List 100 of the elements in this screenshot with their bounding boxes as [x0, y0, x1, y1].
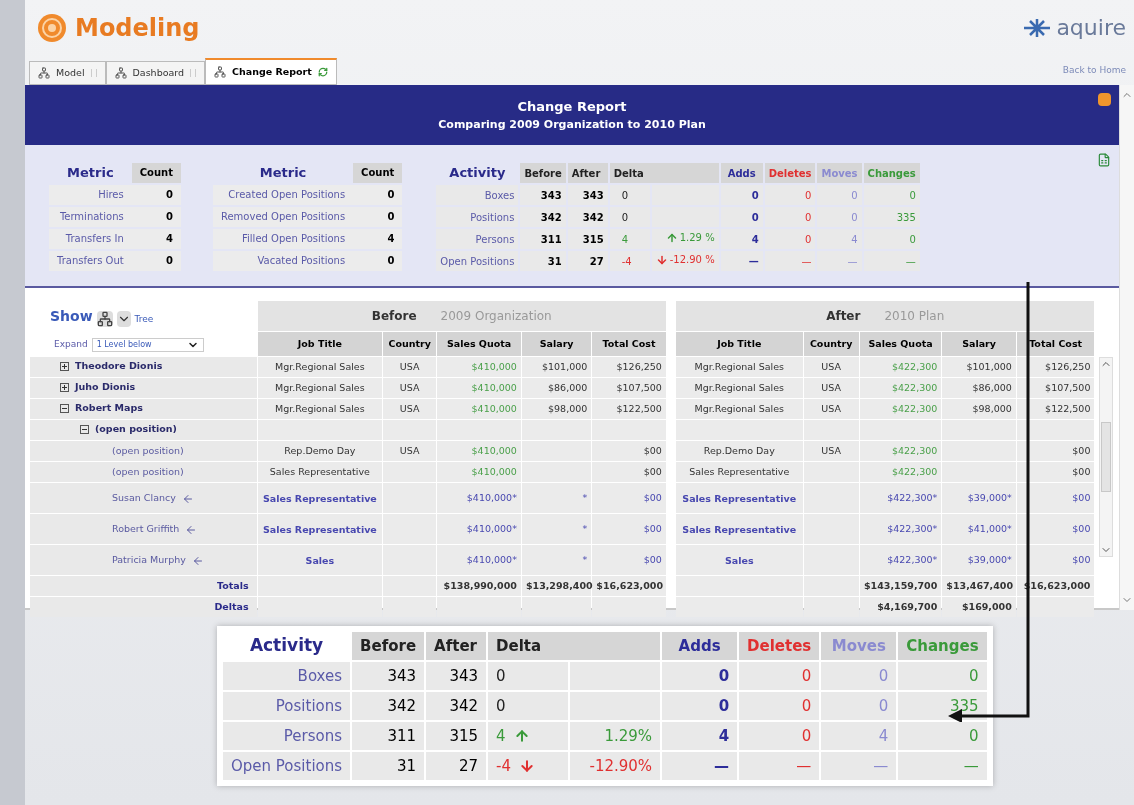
table-cell: $41,000* [942, 514, 1016, 544]
table-cell: $410,000 [437, 357, 521, 377]
table-cell: $422,300* [859, 514, 942, 544]
column-header: Job Title [257, 332, 383, 356]
view-link[interactable]: Tree [134, 313, 154, 327]
column-header: Count [353, 163, 403, 183]
tree-node[interactable]: Robert Griffith [112, 522, 180, 537]
table-cell: — [662, 752, 738, 780]
table-cell: $410,000 [437, 378, 521, 398]
table-cell: 0 [821, 692, 897, 720]
column-header: Deletes [764, 163, 816, 183]
delta-percent-cell: 1.29% [570, 722, 661, 750]
table-cell: 0 [764, 229, 816, 249]
delta-cell: 0 [609, 207, 650, 227]
expand-icon[interactable] [60, 382, 69, 392]
column-header: Moves [817, 163, 862, 183]
table-cell: 315 [567, 229, 608, 249]
table-cell: 0 [863, 185, 920, 205]
table-cell: Sales Representative [676, 514, 803, 544]
dropdown-caret-icon[interactable] [116, 310, 131, 327]
table-cell: 343 [426, 662, 487, 690]
total-cell: $4,169,700 [859, 597, 942, 617]
table-cell: $410,000* [437, 483, 521, 513]
column-header: Count [131, 163, 181, 183]
table-cell: Rep.Demo Day [676, 441, 803, 461]
table-cell: USA [383, 399, 437, 419]
delta-percent-cell: -12.90% [570, 752, 661, 780]
total-cell: $138,990,000 [437, 576, 521, 596]
table-cell: — [720, 251, 763, 271]
table-cell: 4 [720, 229, 763, 249]
before-header: Before 2009 Organization [257, 301, 666, 331]
row-label: Persons [223, 722, 351, 750]
metric-count: 0 [353, 206, 403, 227]
logo-icon [37, 12, 67, 43]
table-cell: USA [803, 357, 859, 377]
expand-dropdown[interactable]: 1 Level below [91, 337, 204, 352]
delta-cell: 0 [609, 185, 650, 205]
table-cell: 0 [764, 185, 816, 205]
table-cell: 0 [739, 692, 820, 720]
brand-name: aquire [1056, 14, 1126, 42]
show-label: Show [50, 306, 93, 326]
report-subtitle: Comparing 2009 Organization to 2010 Plan [438, 116, 706, 133]
table-cell: $422,300 [859, 462, 942, 482]
table-cell: $00 [592, 545, 666, 575]
expand-label: Expand [54, 338, 88, 352]
table-cell: $410,000* [437, 545, 521, 575]
tab[interactable]: Model [29, 61, 106, 85]
table-cell: $98,000 [942, 399, 1016, 419]
table-cell: $00 [1016, 545, 1095, 575]
column-header: Delta [609, 163, 719, 183]
table-cell: Mgr.Regional Sales [676, 399, 803, 419]
metric-label: Removed Open Positions [212, 206, 354, 227]
total-cell: $143,159,700 [859, 576, 942, 596]
column-header: Salary [942, 332, 1016, 356]
table-cell: 343 [352, 662, 425, 690]
table-cell: $122,500 [592, 399, 666, 419]
table-cell: 342 [426, 692, 487, 720]
table-cell: $00 [1016, 483, 1095, 513]
collapse-icon[interactable] [80, 424, 89, 434]
table-cell: USA [803, 441, 859, 461]
table-cell: 311 [520, 229, 566, 249]
export-icon[interactable] [1098, 93, 1111, 106]
metric-label: Terminations [49, 206, 132, 227]
tab[interactable]: Change Report [205, 58, 337, 85]
table-cell: 342 [520, 207, 566, 227]
expand-icon[interactable] [60, 361, 69, 371]
table-cell: 335 [863, 207, 920, 227]
tree-node[interactable]: Susan Clancy [112, 491, 176, 506]
excel-export-icon[interactable] [1097, 153, 1111, 167]
tab[interactable]: Dashboard [105, 61, 206, 85]
delta-percent-cell: 1.29 % [651, 229, 719, 249]
column-header: Before [352, 632, 425, 660]
table-cell: $00 [1016, 462, 1095, 482]
hierarchy-icon[interactable] [96, 310, 113, 327]
total-cell: $13,298,400 [521, 576, 592, 596]
row-label: Boxes [436, 185, 519, 205]
scrollbar-thumb[interactable] [1101, 422, 1112, 492]
page-scrollbar[interactable] [1119, 85, 1134, 610]
total-cell: $16,623,000 [592, 576, 666, 596]
table-cell: $86,000 [521, 378, 592, 398]
table-cell: USA [803, 378, 859, 398]
after-header: After 2010 Plan [676, 301, 1095, 331]
scrollbar[interactable] [1099, 357, 1114, 557]
table-cell: 0 [662, 662, 738, 690]
hierarchy-icon [38, 67, 50, 79]
tree-node[interactable]: Patricia Murphy [112, 553, 186, 568]
metric-label: Filled Open Positions [212, 228, 354, 249]
table-cell: 0 [662, 692, 738, 720]
refresh-icon[interactable] [317, 67, 328, 77]
table-cell: Sales Representative [257, 483, 383, 513]
row-label: Open Positions [436, 251, 519, 271]
table-title: Activity [248, 634, 325, 658]
collapse-icon[interactable] [60, 403, 69, 413]
column-header: Total Cost [1016, 332, 1095, 356]
table-cell: 342 [567, 207, 608, 227]
column-header: Changes [863, 163, 920, 183]
table-cell: $39,000* [942, 545, 1016, 575]
table-cell: 0 [739, 662, 820, 690]
deltas-label: Deltas [30, 597, 257, 617]
table-cell: 335 [898, 692, 987, 720]
